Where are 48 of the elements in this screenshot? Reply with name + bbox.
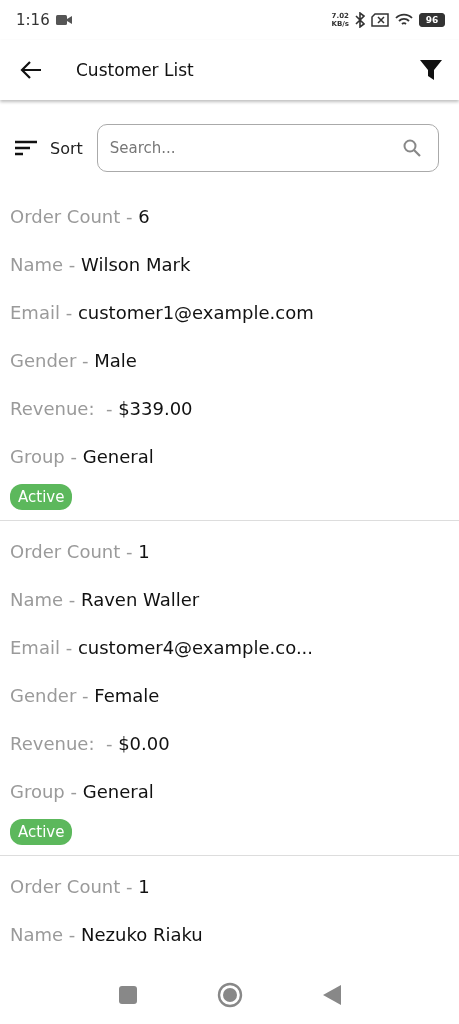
field-value: 6: [138, 205, 150, 227]
page-title: Customer List: [76, 60, 195, 80]
battery-indicator: 96: [419, 13, 445, 27]
field-label: Revenue: -: [10, 732, 114, 754]
field-value: Male: [94, 349, 137, 371]
field-value: Nezuko Riaku: [81, 923, 203, 945]
sort-button[interactable]: Sort: [14, 138, 83, 158]
status-badge: Active: [10, 819, 73, 845]
recents-icon[interactable]: [118, 986, 137, 1004]
sort-icon: [14, 140, 38, 156]
field-label: Email -: [10, 636, 74, 658]
field-label: Group -: [10, 780, 79, 802]
wifi-icon: [395, 13, 413, 27]
field-value: customer1@example.com: [77, 301, 314, 323]
field-value: $0.00: [118, 732, 170, 754]
field-value: $339.00: [118, 397, 193, 419]
bluetooth-icon: [355, 12, 365, 28]
field-label: Revenue: -: [10, 397, 114, 419]
search-icon: [403, 139, 421, 157]
back-button[interactable]: [20, 60, 42, 80]
customer-card[interactable]: Order Count - 6 Name - Wilson Mark Email - customer1@example.com Gender - Male Revenue: - $339.00 Group - General Active: [0, 186, 459, 521]
field-value: Wilson Mark: [81, 253, 191, 275]
field-label: Group -: [10, 445, 79, 467]
field-value: Raven Waller: [81, 588, 200, 610]
field-value: 1: [138, 875, 150, 897]
field-label: Order Count -: [10, 205, 134, 227]
no-sim-icon: [371, 13, 389, 27]
field-label: Order Count -: [10, 540, 134, 562]
field-label: Gender -: [10, 349, 90, 371]
status-time: 1:16: [16, 11, 50, 29]
field-label: Name -: [10, 253, 77, 275]
field-label: Name -: [10, 923, 77, 945]
video-camera-icon: [55, 14, 72, 26]
field-label: Email -: [10, 301, 74, 323]
field-label: Gender -: [10, 684, 90, 706]
back-icon[interactable]: [322, 985, 341, 1005]
customer-card[interactable]: Order Count - 1 Name - Raven Waller Email - customer4@example.co... Gender - Female Revenue: - $0.00 Group - General Active: [0, 521, 459, 856]
field-label: Order Count -: [10, 875, 134, 897]
field-value: General: [82, 780, 154, 802]
status-badge: Active: [10, 484, 73, 510]
field-label: Name -: [10, 588, 77, 610]
filter-button[interactable]: [419, 58, 443, 82]
field-value: 1: [138, 540, 150, 562]
field-value: General: [82, 445, 154, 467]
home-icon[interactable]: [216, 982, 243, 1008]
field-value: customer4@example.co...: [77, 636, 314, 658]
search-field[interactable]: Search...: [96, 124, 439, 172]
field-value: Female: [94, 684, 160, 706]
